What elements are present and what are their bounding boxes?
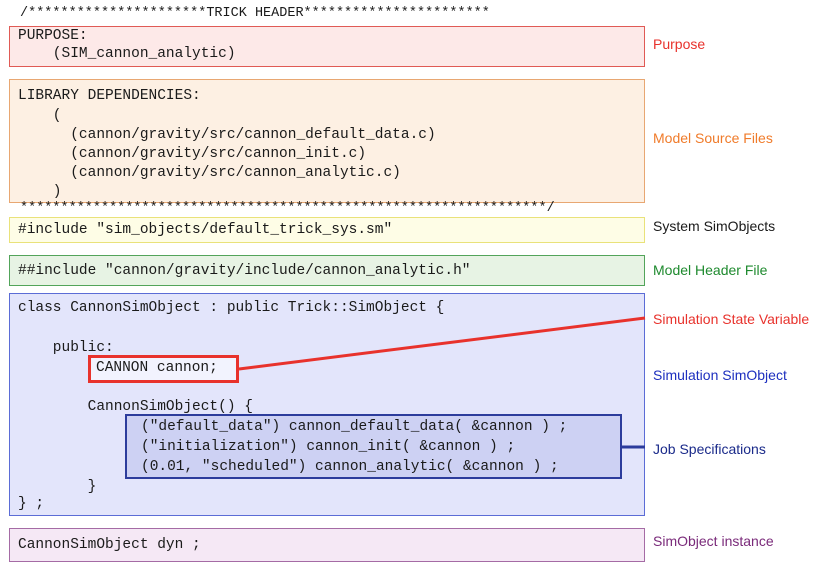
purpose-keyword: PURPOSE: [18,28,88,44]
simobject-instance-label: SimObject instance [653,533,774,549]
simulation-simobject-label: Simulation SimObject [653,367,787,383]
model-header-line: ##include "cannon/gravity/include/cannon… [18,263,471,279]
job-specifications-label: Job Specifications [653,441,766,457]
trick-header-top: /**********************TRICK HEADER*****… [20,6,490,21]
library-line-5: (cannon/gravity/src/cannon_analytic.c) [18,165,401,181]
library-line-4: (cannon/gravity/src/cannon_init.c) [18,146,367,162]
model-source-label: Model Source Files [653,130,773,146]
state-variable-line: CANNON cannon; [96,360,218,376]
state-variable-label: Simulation State Variable [653,311,810,327]
model-header-label: Model Header File [653,262,768,278]
library-line-2: ( [18,108,62,124]
job-scheduled: (0.01, "scheduled") cannon_analytic( &ca… [141,459,559,475]
purpose-value: (SIM_cannon_analytic) [18,46,236,62]
class-declaration: class CannonSimObject : public Trick::Si… [18,300,445,316]
trick-header-bottom: ****************************************… [20,201,555,216]
library-line-1: LIBRARY DEPENDENCIES: [18,88,201,104]
library-line-6: ) [18,184,62,200]
system-include-line: #include "sim_objects/default_trick_sys.… [18,222,393,238]
job-initialization: ("initialization") cannon_init( &cannon … [141,439,516,455]
class-close-brace: } ; [18,496,45,512]
purpose-label: Purpose [653,36,706,52]
job-default-data: ("default_data") cannon_default_data( &c… [141,419,568,435]
instance-line: CannonSimObject dyn ; [18,537,201,553]
library-line-3: (cannon/gravity/src/cannon_default_data.… [18,127,436,143]
system-simobjects-label: System SimObjects [653,218,776,234]
